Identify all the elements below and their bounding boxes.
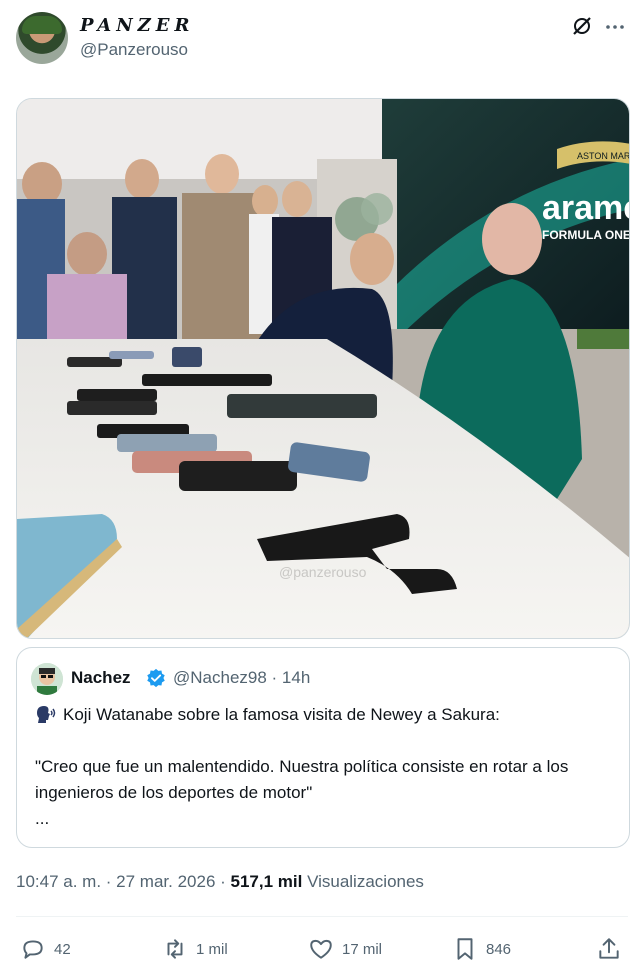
bookmark-icon <box>457 938 473 960</box>
repost-count: 1 mil <box>196 940 228 958</box>
quoted-tweet[interactable]: Nachez @Nachez98 · 14h Koji Watanabe sob… <box>16 647 630 848</box>
action-bar: 42 1 mil 17 mil 846 <box>16 932 628 966</box>
quoted-author-avatar[interactable] <box>31 663 63 695</box>
reply-button[interactable]: 42 <box>20 932 71 966</box>
divider <box>16 916 628 917</box>
quoted-line1-text: Koji Watanabe sobre la famosa visita de … <box>63 705 500 724</box>
views-label: Visualizaciones <box>302 872 424 891</box>
author-handle[interactable]: @Panzerouso <box>80 40 188 60</box>
quoted-body: "Creo que fue un malentendido. Nuestra p… <box>35 757 569 802</box>
quoted-author-name[interactable]: Nachez <box>71 668 131 688</box>
speaking-head-icon <box>37 706 56 723</box>
author-avatar[interactable] <box>16 12 68 64</box>
like-count: 17 mil <box>342 940 383 958</box>
reply-count: 42 <box>54 940 71 958</box>
sign-text: aramc <box>542 189 630 227</box>
bookmark-button[interactable]: 846 <box>452 932 511 966</box>
tweet-timestamp[interactable]: 10:47 a. m. · 27 mar. 2026 · <box>16 872 231 891</box>
quoted-first-line: Koji Watanabe sobre la famosa visita de … <box>35 704 500 726</box>
tweet-header: PANZER @Panzerouso <box>16 12 628 64</box>
share-icon <box>599 938 619 959</box>
reply-icon <box>23 940 43 959</box>
share-button[interactable] <box>596 932 622 966</box>
tweet-meta: 10:47 a. m. · 27 mar. 2026 · 517,1 mil V… <box>16 872 424 892</box>
views-count: 517,1 mil <box>230 872 303 891</box>
repost-button[interactable]: 1 mil <box>162 932 228 966</box>
bookmark-count: 846 <box>486 940 512 958</box>
more-icon[interactable] <box>604 16 626 38</box>
photo-watermark: @panzerouso <box>279 564 367 580</box>
quoted-handle-time: @Nachez98 · 14h <box>173 668 311 687</box>
grok-icon[interactable] <box>570 14 594 38</box>
verified-icon <box>147 668 165 688</box>
sign-subtext: FORMULA ONE T <box>542 228 630 242</box>
aston-badge-text: ASTON MARTIN <box>577 151 630 161</box>
like-button[interactable]: 17 mil <box>308 932 382 966</box>
quoted-ellipsis: ... <box>35 809 50 828</box>
author-name[interactable]: PANZER <box>80 15 194 36</box>
repost-icon <box>167 939 183 959</box>
tweet-photo[interactable]: ASTON MARTIN aramc FORMULA ONE T <box>16 98 630 639</box>
heart-icon <box>310 939 332 959</box>
